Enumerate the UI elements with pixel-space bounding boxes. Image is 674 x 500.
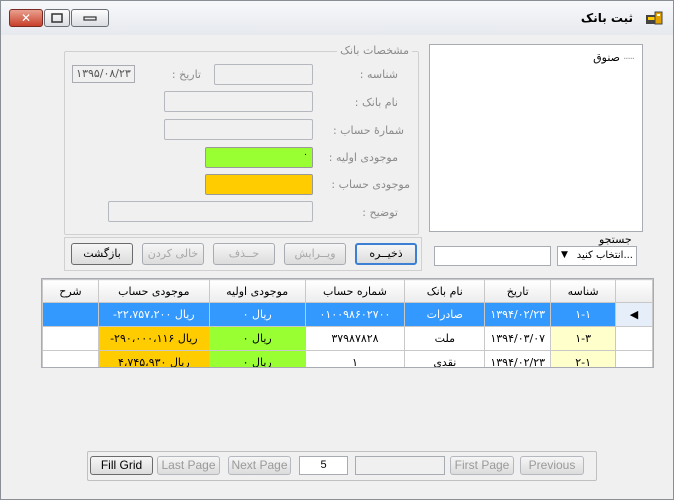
table-row[interactable]: -۲۹۰،۰۰۰،۱۱۶ ریال ۰ ریال ۳۷۹۸۷۸۲۸ ملت ۱۳… [42, 326, 653, 351]
tree-connector-icon: ..... [623, 51, 635, 62]
save-button[interactable]: ذخیــره [355, 243, 417, 265]
description-field[interactable] [108, 201, 313, 222]
cell-date[interactable]: ۱۳۹۴/۰۳/۰۷ [484, 326, 552, 351]
maximize-button[interactable] [44, 9, 70, 27]
fill-grid-button[interactable]: Fill Grid [90, 456, 153, 475]
cell-account-number[interactable]: ۰۱۰۰۹۸۶۰۲۷۰۰ [304, 302, 406, 327]
bank-name-field[interactable] [164, 91, 313, 112]
id-field[interactable] [214, 64, 313, 85]
bank-tree[interactable]: ..... صنوق [429, 44, 643, 232]
column-header-initial-balance[interactable]: موجودی اولیه [208, 279, 306, 303]
next-page-button[interactable]: Next Page [228, 456, 291, 475]
account-number-label: شمارهٔ حساب : [332, 124, 404, 137]
table-row[interactable]: -۲۲،۷۵۷،۲۰۰ ریال ۰ ریال ۰۱۰۰۹۸۶۰۲۷۰۰ صاد… [42, 302, 653, 327]
chevron-down-icon[interactable]: ▼ [561, 250, 568, 260]
clear-button[interactable]: خالی کردن [142, 243, 204, 265]
cell-initial-balance[interactable]: ۰ ریال [208, 302, 306, 327]
back-button[interactable]: بازگشت [71, 243, 133, 265]
edit-button[interactable]: ویــرایش [284, 243, 346, 265]
group-title: مشخصات بانک [337, 44, 412, 57]
cell-account-balance[interactable]: -۲۹۰،۰۰۰،۱۱۶ ریال [97, 326, 210, 351]
maximize-icon [51, 13, 63, 23]
cell-description[interactable] [42, 350, 99, 367]
banks-grid[interactable]: شرح موجودی حساب موجودی اولیه شماره حساب … [41, 278, 654, 368]
banks-table: شرح موجودی حساب موجودی اولیه شماره حساب … [42, 279, 653, 367]
bank-name-label: نام بانک : [354, 96, 398, 109]
search-field-select[interactable]: انتخاب کنید... ▼ [557, 246, 637, 266]
first-page-button[interactable]: First Page [450, 456, 514, 475]
column-header-account-balance[interactable]: موجودی حساب [97, 279, 210, 303]
column-header-description[interactable]: شرح [42, 279, 99, 303]
window-title: ثبت بانک [580, 11, 633, 25]
description-label: توضیح : [362, 206, 398, 219]
page-info-field[interactable] [355, 456, 445, 475]
account-balance-field[interactable] [205, 174, 313, 195]
close-button[interactable]: ✕ [9, 9, 43, 27]
account-balance-label: موجودی حساب : [331, 178, 410, 191]
current-row-icon: ◀ [629, 308, 639, 321]
delete-button[interactable]: حــذف [213, 243, 275, 265]
cell-id[interactable]: ۲-۱ [550, 350, 617, 367]
cell-date[interactable]: ۱۳۹۴/۰۲/۲۳ [484, 302, 552, 327]
cell-initial-balance[interactable]: ۰ ریال [208, 326, 306, 351]
column-header-account-number[interactable]: شماره حساب [304, 279, 406, 303]
minimize-button[interactable] [71, 9, 109, 27]
previous-page-button[interactable]: Previous [520, 456, 584, 475]
cell-id[interactable]: ۱-۱ [550, 302, 617, 327]
search-label: جستجو [599, 233, 632, 246]
row-indicator[interactable] [615, 326, 653, 351]
table-row[interactable]: ۴،۷۴۵،۹۳۰ ریال ۰ ریال ۱ نقدی ۱۳۹۴/۰۲/۲۳ … [42, 350, 653, 367]
column-header-bank-name[interactable]: نام بانک [404, 279, 486, 303]
cell-description[interactable] [42, 302, 99, 327]
page-size-input[interactable]: 5 [299, 456, 348, 475]
initial-balance-value: ۰ [303, 150, 308, 160]
cell-date[interactable]: ۱۳۹۴/۰۲/۲۳ [484, 350, 552, 367]
cell-account-number[interactable]: ۱ [304, 350, 406, 367]
bank-registration-window: ✕ ثبت بانک ..... صنوق مشخصات بانک شناسه … [0, 0, 674, 500]
cell-bank-name[interactable]: ملت [404, 326, 486, 351]
cell-id[interactable]: ۱-۳ [550, 326, 617, 351]
initial-balance-field[interactable]: ۰ [205, 147, 313, 168]
bank-app-icon [646, 11, 663, 25]
column-header-date[interactable]: تاریخ [484, 279, 552, 303]
select-value: انتخاب کنید... [576, 250, 633, 261]
search-input[interactable] [434, 246, 551, 266]
cell-description[interactable] [42, 326, 99, 351]
cell-bank-name[interactable]: صادرات [404, 302, 486, 327]
tree-item[interactable]: صنوق [593, 51, 620, 64]
cell-account-balance[interactable]: ۴،۷۴۵،۹۳۰ ریال [97, 350, 210, 367]
last-page-button[interactable]: Last Page [157, 456, 220, 475]
initial-balance-label: موجودی اولیه : [328, 151, 398, 164]
cell-bank-name[interactable]: نقدی [404, 350, 486, 367]
column-header-id[interactable]: شناسه [550, 279, 617, 303]
account-number-field[interactable] [164, 119, 313, 140]
cell-account-number[interactable]: ۳۷۹۸۷۸۲۸ [304, 326, 406, 351]
title-bar[interactable]: ✕ ثبت بانک [1, 1, 673, 35]
cell-account-balance[interactable]: -۲۲،۷۵۷،۲۰۰ ریال [97, 302, 210, 327]
date-field[interactable]: ۱۳۹۵/۰۸/۲۳ [72, 65, 135, 83]
row-indicator[interactable]: ◀ [615, 302, 653, 327]
date-label: تاریخ : [171, 68, 201, 81]
id-label: شناسه : [359, 68, 398, 81]
row-indicator-header [615, 279, 653, 303]
row-indicator[interactable] [615, 350, 653, 367]
cell-initial-balance[interactable]: ۰ ریال [208, 350, 306, 367]
minimize-icon [83, 16, 97, 21]
